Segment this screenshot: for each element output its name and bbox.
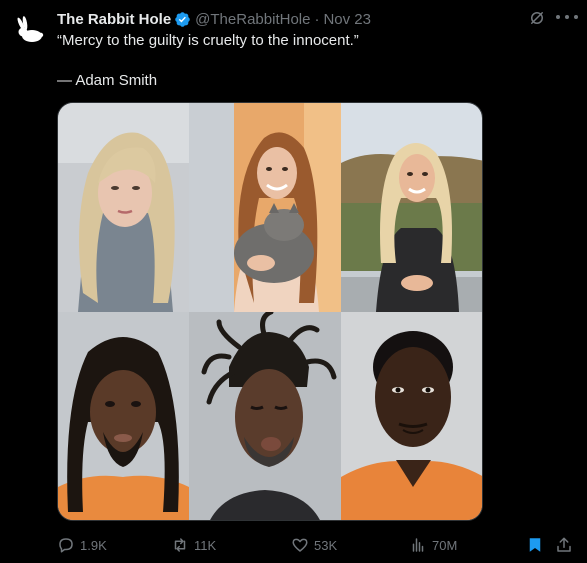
handle[interactable]: @TheRabbitHole (195, 11, 310, 28)
photo-bottom-center[interactable] (189, 312, 341, 521)
views-button[interactable]: 70M (409, 535, 457, 555)
heart-icon (292, 538, 308, 552)
more-icon[interactable] (556, 8, 578, 26)
reply-icon (59, 538, 73, 553)
grok-icon[interactable] (528, 9, 546, 27)
bookmark-icon[interactable] (526, 536, 544, 554)
photo-top-left[interactable] (58, 103, 189, 312)
photo-top-right[interactable] (341, 103, 483, 312)
photo-bottom-left[interactable] (58, 312, 189, 521)
repost-button[interactable]: 11K (171, 535, 216, 555)
verified-badge-icon[interactable] (174, 11, 191, 28)
views-count: 70M (432, 537, 458, 553)
quote-text: “Mercy to the guilty is cruelty to the i… (57, 32, 359, 49)
media-collage[interactable] (57, 102, 483, 521)
like-button[interactable]: 53K (291, 535, 337, 555)
reply-button[interactable]: 1.9K (57, 535, 107, 555)
repost-count: 11K (194, 537, 217, 553)
like-count: 53K (314, 537, 338, 553)
tweet: The Rabbit Hole @TheRabbitHole · Nov 23 … (0, 0, 587, 563)
share-icon[interactable] (555, 536, 573, 554)
views-icon (412, 538, 424, 552)
display-name[interactable]: The Rabbit Hole (57, 11, 171, 28)
rabbit-icon (10, 10, 50, 50)
action-bar: 1.9K 11K 53K 70M (57, 535, 577, 555)
tweet-text: “Mercy to the guilty is cruelty to the i… (57, 31, 557, 91)
photo-bottom-right[interactable] (341, 312, 483, 521)
reply-count: 1.9K (80, 537, 107, 553)
quote-attribution: — Adam Smith (57, 72, 158, 89)
photo-top-center[interactable] (189, 103, 341, 312)
tweet-header: The Rabbit Hole @TheRabbitHole · Nov 23 (57, 9, 577, 29)
tweet-date[interactable]: Nov 23 (323, 11, 371, 28)
repost-icon (174, 538, 186, 552)
separator: · (314, 10, 320, 28)
avatar[interactable] (10, 10, 50, 50)
